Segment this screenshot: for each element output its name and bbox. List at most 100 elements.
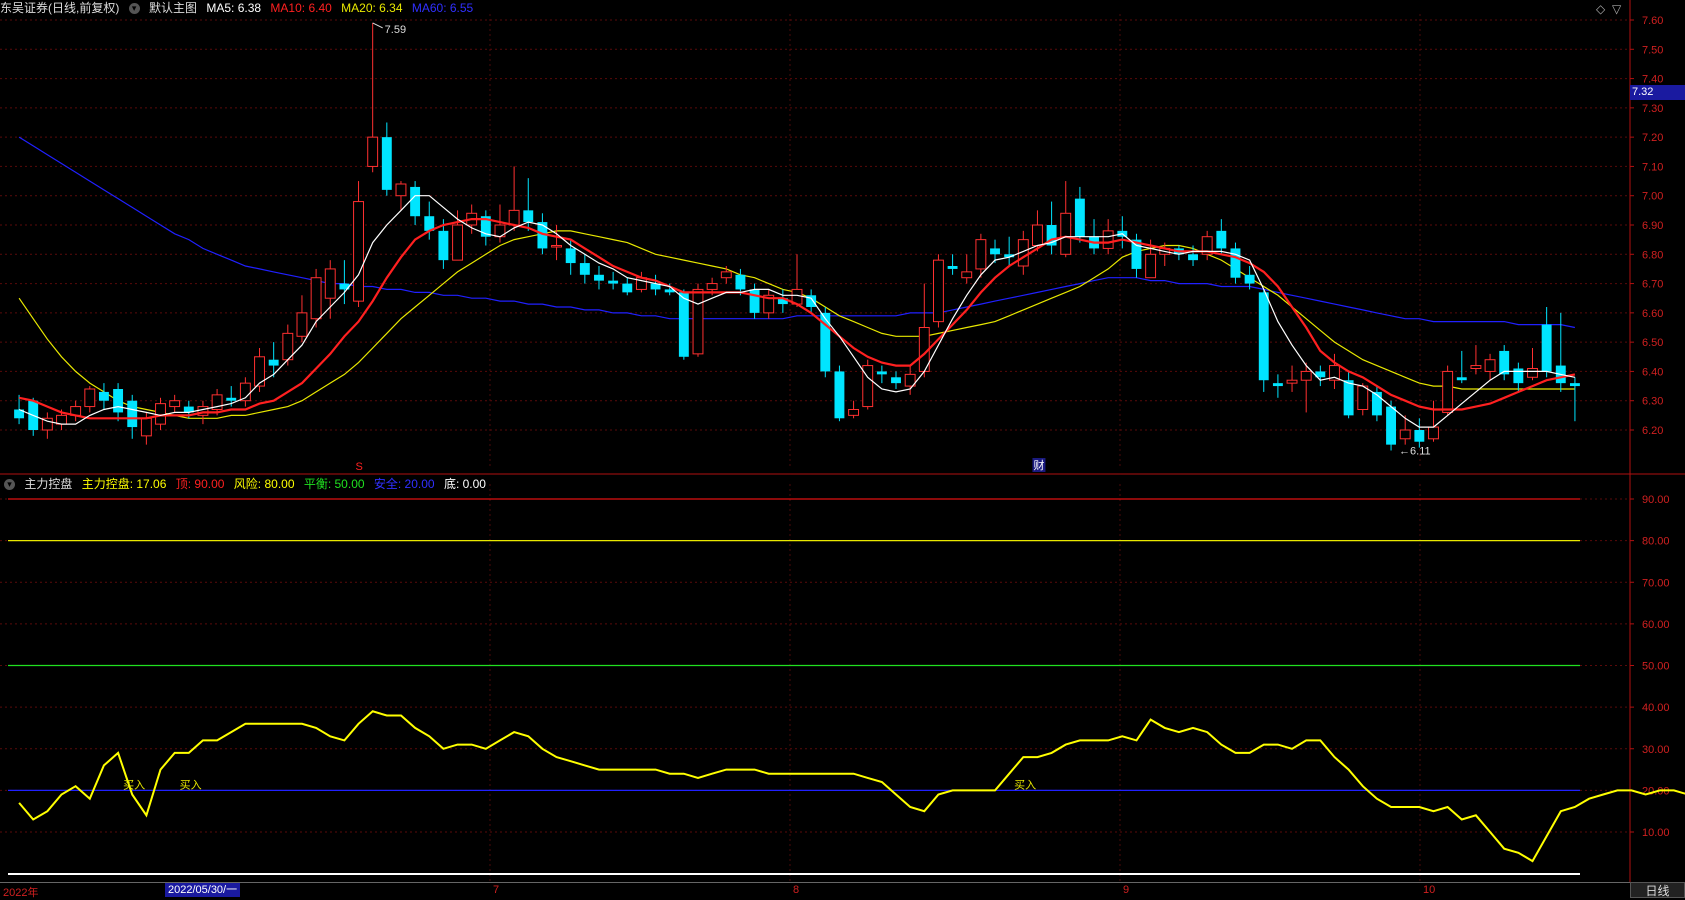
candle-up (1286, 379, 1298, 384)
candle-down (381, 137, 392, 190)
indicator-tick-label: 50.00 (1642, 661, 1670, 673)
candle-up (551, 245, 563, 248)
price-tick-label: 6.50 (1642, 337, 1663, 349)
candle-down (947, 266, 958, 269)
candle-down (891, 377, 901, 384)
candle-down (1513, 368, 1524, 384)
candle-up (395, 183, 407, 197)
candle-down (1569, 383, 1580, 387)
price-tick-label: 7.40 (1642, 74, 1663, 86)
candle-down (608, 280, 619, 284)
candle-down (678, 292, 689, 357)
candle-up (1470, 365, 1482, 370)
candle-down (876, 371, 887, 375)
price-tick-label: 6.80 (1642, 249, 1663, 261)
date-axis-bar (0, 882, 1630, 899)
candle-up (1428, 426, 1439, 440)
price-tick-label: 7.30 (1642, 103, 1663, 115)
candle-down (579, 263, 590, 275)
price-tick-label: 6.20 (1642, 425, 1663, 437)
indicator-tick-label: 40.00 (1642, 702, 1670, 714)
candle-up (84, 388, 96, 408)
month-label-10: 10 (1423, 884, 1436, 896)
month-label-7: 7 (493, 884, 500, 896)
indicator-tick-label: 70.00 (1642, 577, 1670, 589)
candle-up (932, 259, 944, 323)
candle-down (1188, 254, 1198, 261)
candle-down (98, 391, 109, 401)
candle-up (975, 239, 987, 270)
candle-down (622, 283, 633, 293)
high-price-marker: 7.59 (385, 24, 406, 36)
candle-down (594, 274, 604, 281)
control-line (18, 710, 1685, 863)
chart-canvas[interactable]: 7.60 7.50 7.40 7.30 7.20 7.10 7.00 6.90 6.80 6.70… (0, 0, 1685, 898)
candle-up (296, 312, 308, 337)
price-tick-label: 6.30 (1642, 396, 1663, 408)
candle-up (848, 409, 860, 416)
candle-down (1541, 324, 1552, 372)
candle-up (324, 268, 336, 299)
price-tick-label: 7.00 (1642, 191, 1663, 203)
candle-up (692, 288, 704, 355)
candle-down (113, 389, 124, 413)
candle-up (1032, 224, 1043, 246)
buy-signal-label: 买入 (123, 778, 145, 791)
indicator-tick-label: 60.00 (1642, 619, 1670, 631)
indicator-tick-label: 30.00 (1642, 744, 1670, 756)
candle-down (127, 400, 138, 428)
candle-down (1216, 230, 1227, 249)
price-tick-label: 7.60 (1642, 15, 1663, 27)
price-tick-label: 6.60 (1642, 308, 1663, 320)
candle-down (410, 186, 421, 217)
candle-up (1442, 370, 1454, 413)
cai-marker: 财 (1033, 458, 1044, 472)
indicator-tick-label: 10.00 (1642, 827, 1670, 839)
candle-up (1300, 370, 1312, 381)
month-label-9: 9 (1123, 884, 1130, 896)
candle-down (735, 274, 746, 290)
indicator-tick-label: 80.00 (1642, 536, 1670, 548)
candle-up (1357, 385, 1369, 411)
s-signal-marker: S (356, 461, 363, 473)
price-tick-label: 6.90 (1642, 220, 1663, 232)
candle-down (1074, 198, 1085, 237)
candle-up (254, 356, 265, 387)
candle-up (452, 224, 463, 261)
candle-up (155, 403, 166, 425)
candle-down (1244, 274, 1255, 284)
candle-down (523, 210, 534, 223)
candle-down (990, 248, 1000, 255)
period-tab[interactable]: 日线 (1630, 882, 1685, 898)
candle-up (961, 271, 973, 279)
price-tick-label: 7.10 (1642, 161, 1663, 173)
candle-down (268, 359, 279, 366)
candle-up (140, 417, 152, 437)
month-label-8: 8 (793, 884, 800, 896)
price-tick-label: 7.20 (1642, 132, 1663, 144)
candle-up (1060, 212, 1072, 255)
candle-down (1343, 380, 1354, 416)
price-tick-label: 6.40 (1642, 366, 1663, 378)
candle-up (508, 209, 520, 226)
low-price-marker: ←6.11 (1399, 446, 1431, 458)
candle-up (1484, 359, 1496, 372)
candle-down (226, 397, 237, 401)
current-price-tag: 7.32 (1630, 85, 1685, 100)
buy-signal-label: 买入 (1014, 778, 1036, 791)
ma10-line (18, 218, 1576, 420)
candle-up (1527, 368, 1538, 378)
price-tick-label: 7.50 (1642, 44, 1663, 56)
candle-up (720, 271, 732, 279)
candle-up (706, 283, 718, 290)
cursor-date-label: 2022/05/30/一 (165, 883, 241, 897)
candle-up (353, 201, 364, 302)
buy-signal-label: 买入 (180, 778, 202, 791)
candle-up (1102, 230, 1114, 249)
candle-down (565, 248, 576, 264)
candle-down (834, 371, 845, 419)
candle-down (1456, 377, 1467, 381)
candle-up (367, 136, 379, 167)
candle-down (1414, 430, 1425, 442)
candle-down (1258, 292, 1269, 381)
